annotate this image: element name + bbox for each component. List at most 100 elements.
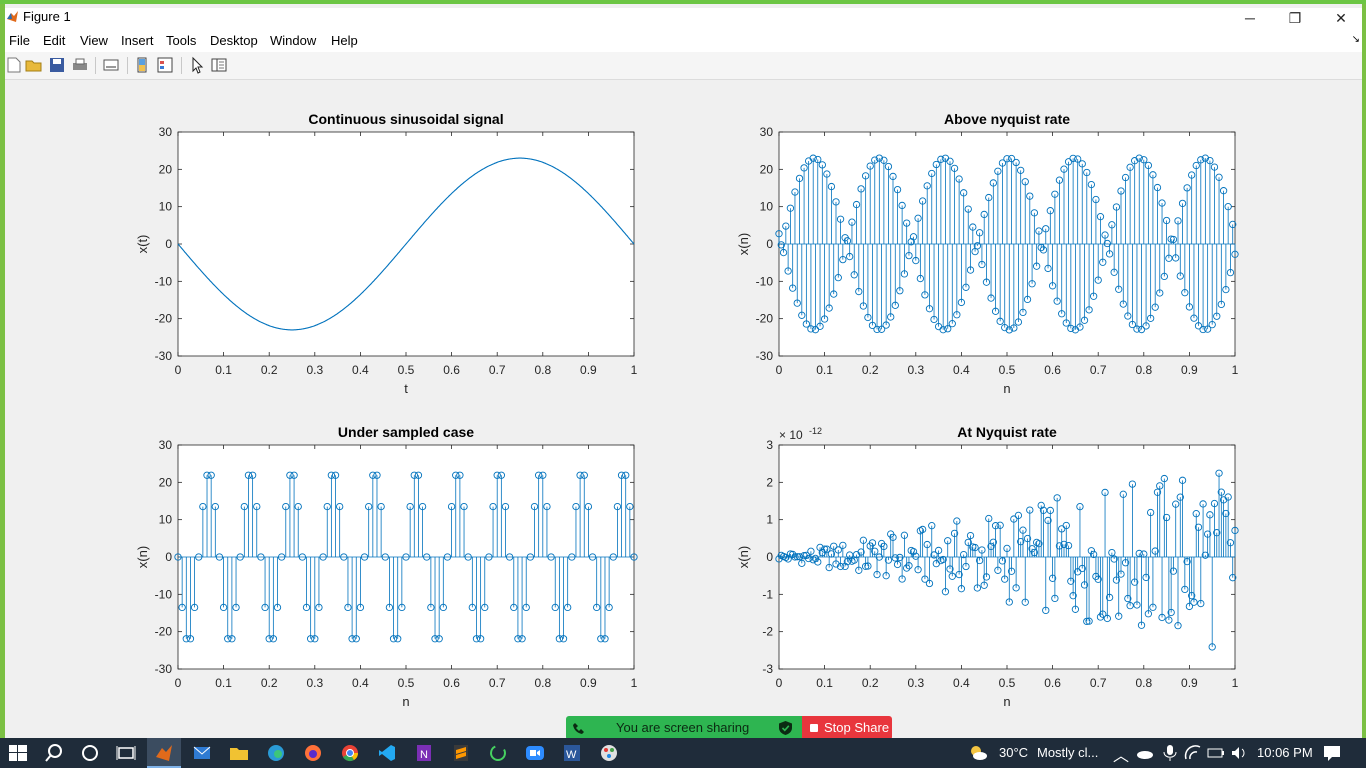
x-tick-label: 0.8	[534, 363, 551, 377]
zoom-icon[interactable]	[525, 743, 545, 763]
paint-icon[interactable]	[599, 743, 619, 763]
show-hidden-icons-icon[interactable]: ︿	[1113, 742, 1129, 766]
x-tick-label: 0.7	[489, 363, 506, 377]
x-tick-label: 0.3	[306, 676, 323, 690]
matlab-taskbar-icon[interactable]	[154, 743, 174, 763]
sublime-icon[interactable]	[451, 743, 471, 763]
x-axis-label: t	[404, 381, 408, 396]
y-axis-label: x(n)	[135, 546, 150, 568]
x-tick-label: 0.6	[443, 363, 460, 377]
link-plot-icon[interactable]	[102, 56, 120, 74]
y-tick-label: -20	[756, 312, 774, 326]
menu-view[interactable]: View	[80, 33, 108, 48]
x-tick-label: 0	[776, 676, 783, 690]
y-tick-label: 20	[159, 475, 173, 489]
weather-cloud-sun-icon[interactable]	[968, 743, 988, 763]
y-exponent-label: × 10	[779, 428, 803, 442]
x-tick-label: 0.6	[443, 676, 460, 690]
y-tick-label: 20	[760, 162, 774, 176]
y-tick-label: -1	[762, 587, 773, 601]
mail-icon[interactable]	[192, 743, 212, 763]
windows-start-icon[interactable]	[8, 743, 28, 763]
y-tick-label: 20	[159, 162, 173, 176]
battery-icon[interactable]	[1206, 743, 1226, 763]
property-inspector-icon[interactable]	[210, 56, 228, 74]
x-tick-label: 0.2	[261, 676, 278, 690]
x-tick-label: 0.7	[1090, 363, 1107, 377]
save-icon[interactable]	[48, 56, 66, 74]
x-tick-label: 0.9	[1181, 363, 1198, 377]
close-button[interactable]: ✕	[1318, 8, 1364, 30]
x-tick-label: 0.1	[215, 363, 232, 377]
y-tick-label: 0	[165, 237, 172, 251]
x-tick-label: 0.1	[816, 363, 833, 377]
chart-title: Under sampled case	[338, 424, 474, 440]
weather-temperature[interactable]: 30°C	[999, 745, 1028, 760]
x-axis-label: n	[402, 694, 409, 709]
y-tick-label: -30	[756, 349, 774, 363]
legend-icon[interactable]	[156, 56, 174, 74]
x-tick-label: 0	[175, 363, 182, 377]
y-tick-label: -10	[155, 587, 173, 601]
clock-time[interactable]: 10:06 PM	[1257, 745, 1313, 760]
chart-title: Continuous sinusoidal signal	[308, 111, 503, 127]
y-tick-label: -10	[756, 274, 774, 288]
y-tick-label: 30	[159, 438, 173, 452]
refresh-app-icon[interactable]	[488, 743, 508, 763]
chart-title: At Nyquist rate	[957, 424, 1057, 440]
x-tick-label: 0.5	[999, 363, 1016, 377]
x-tick-label: 1	[631, 363, 638, 377]
menu-bar: File Edit View Insert Tools Desktop Wind…	[5, 30, 1362, 52]
print-icon[interactable]	[71, 56, 89, 74]
colorbar-icon[interactable]	[133, 56, 151, 74]
menu-desktop[interactable]: Desktop	[210, 33, 258, 48]
vscode-icon[interactable]	[377, 743, 397, 763]
firefox-icon[interactable]	[303, 743, 323, 763]
action-center-icon[interactable]	[1322, 743, 1342, 763]
y-axis-label: x(n)	[736, 233, 751, 255]
menu-tools[interactable]: Tools	[166, 33, 196, 48]
y-axis-label: x(t)	[135, 235, 150, 254]
menu-file[interactable]: File	[9, 33, 30, 48]
x-axis-label: n	[1003, 381, 1010, 396]
y-tick-label: -30	[155, 662, 173, 676]
weather-description[interactable]: Mostly cl...	[1037, 745, 1098, 760]
x-tick-label: 0.2	[862, 676, 879, 690]
onenote-icon[interactable]: N	[414, 743, 434, 763]
new-figure-icon[interactable]	[5, 56, 23, 74]
volume-icon[interactable]	[1229, 743, 1249, 763]
x-tick-label: 1	[1232, 363, 1239, 377]
word-icon[interactable]: W	[562, 743, 582, 763]
search-icon[interactable]	[44, 743, 64, 763]
x-tick-label: 0.6	[1044, 363, 1061, 377]
x-axis-label: n	[1003, 694, 1010, 709]
stop-icon	[810, 724, 818, 732]
wifi-icon[interactable]	[1183, 743, 1203, 763]
file-explorer-icon[interactable]	[229, 743, 249, 763]
x-tick-label: 0.9	[580, 363, 597, 377]
task-view-icon[interactable]	[116, 743, 136, 763]
menu-overflow-icon[interactable]: ↘	[1352, 34, 1360, 45]
share-status-text: You are screen sharing	[616, 720, 750, 735]
menu-help[interactable]: Help	[331, 33, 358, 48]
y-tick-label: 10	[159, 200, 173, 214]
pointer-icon[interactable]	[188, 56, 206, 74]
microphone-icon[interactable]	[1160, 743, 1180, 763]
y-tick-label: -10	[155, 274, 173, 288]
maximize-button[interactable]: ❐	[1272, 8, 1318, 30]
x-tick-label: 0.1	[215, 676, 232, 690]
edge-icon[interactable]	[266, 743, 286, 763]
x-tick-label: 0.5	[398, 676, 415, 690]
menu-insert[interactable]: Insert	[121, 33, 154, 48]
chrome-icon[interactable]	[340, 743, 360, 763]
chart-title: Above nyquist rate	[944, 111, 1070, 127]
minimize-button[interactable]: ─	[1227, 8, 1273, 30]
phone-icon	[573, 723, 584, 734]
cortana-icon[interactable]	[80, 743, 100, 763]
x-tick-label: 0.2	[261, 363, 278, 377]
x-tick-label: 1	[1232, 676, 1239, 690]
open-file-icon[interactable]	[25, 56, 43, 74]
menu-window[interactable]: Window	[270, 33, 316, 48]
menu-edit[interactable]: Edit	[43, 33, 65, 48]
onedrive-icon[interactable]	[1135, 743, 1155, 763]
